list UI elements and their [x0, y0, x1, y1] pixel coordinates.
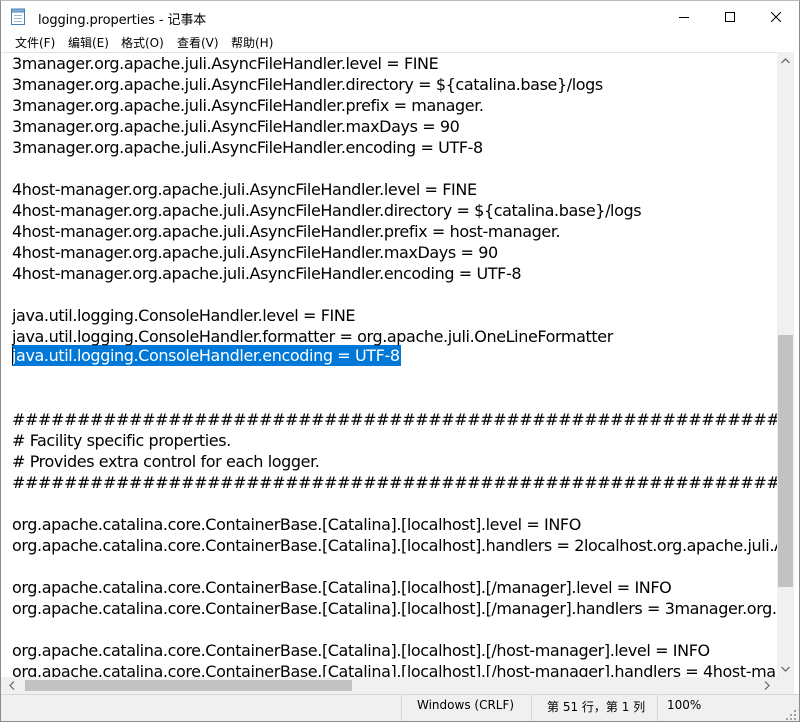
text-line: org.apache.catalina.core.ContainerBase.[…: [12, 599, 777, 618]
text-line: org.apache.catalina.core.ContainerBase.[…: [12, 536, 777, 555]
title-bar[interactable]: logging.properties - 记事本: [1, 1, 799, 32]
minimize-icon: [679, 16, 689, 18]
horizontal-scroll-thumb[interactable]: [25, 680, 352, 691]
text-line: # Provides extra control for each logger…: [12, 452, 320, 471]
vertical-scroll-thumb[interactable]: [778, 335, 793, 587]
text-line: ########################################…: [12, 410, 777, 429]
menu-format[interactable]: 格式(O): [121, 34, 164, 51]
text-editor[interactable]: 3manager.org.apache.juli.AsyncFileHandle…: [1, 52, 777, 679]
text-line: 3manager.org.apache.juli.AsyncFileHandle…: [12, 54, 439, 73]
zoom-status: 100%: [667, 698, 702, 712]
menu-bar: 文件(F) 编辑(E) 格式(O) 查看(V) 帮助(H): [1, 32, 799, 52]
text-caret: [12, 347, 13, 365]
text-line: org.apache.catalina.core.ContainerBase.[…: [12, 641, 710, 660]
menu-file[interactable]: 文件(F): [15, 34, 55, 51]
text-line: org.apache.catalina.core.ContainerBase.[…: [12, 515, 581, 534]
scroll-down-button[interactable]: [777, 660, 794, 677]
resize-grip-icon[interactable]: [785, 708, 797, 720]
text-line: # Facility specific properties.: [12, 431, 231, 450]
text-line: 4host-manager.org.apache.juli.AsyncFileH…: [12, 243, 498, 262]
status-divider: [531, 695, 532, 721]
text-line: 4host-manager.org.apache.juli.AsyncFileH…: [12, 222, 561, 241]
maximize-button[interactable]: [707, 1, 753, 32]
menu-help[interactable]: 帮助(H): [231, 34, 273, 51]
minimize-button[interactable]: [661, 1, 707, 32]
text-line: 4host-manager.org.apache.juli.AsyncFileH…: [12, 180, 477, 199]
text-line: java.util.logging.ConsoleHandler.level =…: [12, 306, 356, 325]
text-line: org.apache.catalina.core.ContainerBase.[…: [12, 578, 672, 597]
text-line: java.util.logging.ConsoleHandler.formatt…: [12, 327, 613, 346]
status-divider: [657, 695, 658, 721]
selected-text-line: java.util.logging.ConsoleHandler.encodin…: [12, 346, 400, 365]
chevron-right-icon: [764, 681, 770, 690]
text-line: 3manager.org.apache.juli.AsyncFileHandle…: [12, 75, 603, 94]
text-line: 3manager.org.apache.juli.AsyncFileHandle…: [12, 138, 483, 157]
text-line: 3manager.org.apache.juli.AsyncFileHandle…: [12, 117, 460, 136]
chevron-up-icon: [781, 57, 790, 63]
text-line: 4host-manager.org.apache.juli.AsyncFileH…: [12, 264, 522, 283]
scrollbar-corner: [777, 677, 794, 694]
text-line: 3manager.org.apache.juli.AsyncFileHandle…: [12, 96, 484, 115]
notepad-icon: [10, 8, 26, 25]
scroll-up-button[interactable]: [777, 52, 794, 69]
text-line: 4host-manager.org.apache.juli.AsyncFileH…: [12, 201, 642, 220]
status-divider: [401, 695, 402, 721]
close-icon: [771, 11, 781, 22]
maximize-icon: [725, 11, 735, 22]
scroll-left-button[interactable]: [3, 677, 20, 694]
scroll-right-button[interactable]: [758, 677, 775, 694]
menu-edit[interactable]: 编辑(E): [68, 34, 109, 51]
menu-view[interactable]: 查看(V): [177, 34, 219, 51]
chevron-left-icon: [8, 681, 14, 690]
close-button[interactable]: [753, 1, 799, 32]
line-ending-status: Windows (CRLF): [417, 698, 515, 712]
text-line: ########################################…: [12, 473, 777, 492]
window-title: logging.properties - 记事本: [38, 13, 207, 28]
cursor-position-status: 第 51 行，第 1 列: [547, 700, 646, 714]
chevron-down-icon: [781, 666, 790, 672]
notepad-window: logging.properties - 记事本 文件(F) 编辑(E) 格式(…: [0, 0, 800, 722]
